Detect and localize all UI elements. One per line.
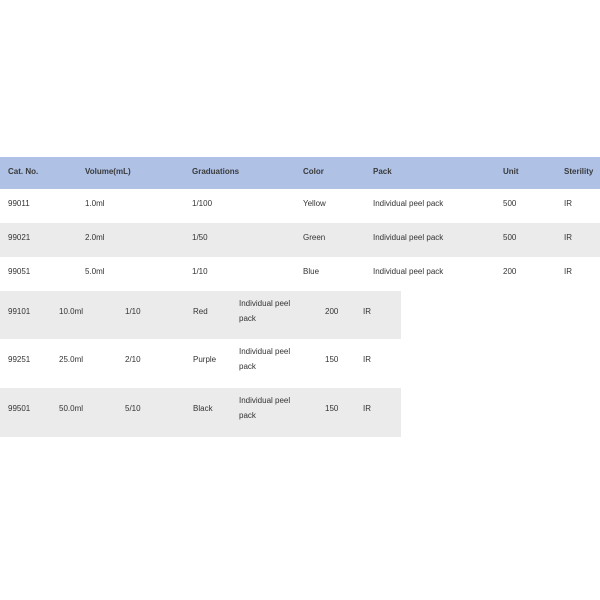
- table-row: 99021 2.0ml 1/50 Green Individual peel p…: [0, 223, 600, 257]
- cell-sterility: IR: [564, 233, 572, 242]
- cell-color: Yellow: [303, 199, 326, 208]
- cell-volume: 5.0ml: [85, 267, 105, 276]
- cell-color: Green: [303, 233, 326, 242]
- cell-unit: 150: [325, 404, 339, 413]
- header-sterility: Sterility: [564, 167, 594, 176]
- cell-sterility: IR: [564, 199, 572, 208]
- cell-pack: Individual peel pack: [239, 347, 291, 371]
- cell-volume: 1.0ml: [85, 199, 105, 208]
- cell-cat-no: 99021: [8, 233, 31, 242]
- cell-cat-no: 99101: [8, 307, 31, 316]
- cell-graduations: 1/10: [125, 307, 141, 316]
- cell-unit: 200: [503, 267, 517, 276]
- cell-sterility: IR: [363, 307, 371, 316]
- cell-pack: Individual peel pack: [239, 299, 291, 323]
- cell-color: Black: [193, 404, 213, 413]
- table-row: 99251 25.0ml 2/10 Purple Individual peel…: [0, 339, 401, 388]
- header-pack: Pack: [373, 167, 392, 176]
- table-row: 99501 50.0ml 5/10 Black Individual peel …: [0, 388, 401, 437]
- cell-volume: 25.0ml: [59, 355, 84, 364]
- cell-pack: Individual peel pack: [373, 267, 444, 276]
- cell-graduations: 1/50: [192, 233, 208, 242]
- header-color: Color: [303, 167, 324, 176]
- cell-cat-no: 99251: [8, 355, 31, 364]
- cell-graduations: 1/10: [192, 267, 208, 276]
- table-row: 99101 10.0ml 1/10 Red Individual peel pa…: [0, 291, 401, 339]
- cell-graduations: 1/100: [192, 199, 213, 208]
- cell-sterility: IR: [363, 404, 371, 413]
- cell-cat-no: 99501: [8, 404, 31, 413]
- cell-sterility: IR: [363, 355, 371, 364]
- cell-unit: 200: [325, 307, 339, 316]
- cell-unit: 500: [503, 233, 517, 242]
- cell-pack: Individual peel pack: [373, 233, 444, 242]
- cell-unit: 150: [325, 355, 339, 364]
- cell-pack: Individual peel pack: [373, 199, 444, 208]
- cell-color: Red: [193, 307, 208, 316]
- table-row: 99011 1.0ml 1/100 Yellow Individual peel…: [0, 189, 600, 223]
- cell-unit: 500: [503, 199, 517, 208]
- cell-color: Purple: [193, 355, 217, 364]
- cell-graduations: 2/10: [125, 355, 141, 364]
- table-row: 99051 5.0ml 1/10 Blue Individual peel pa…: [0, 257, 600, 291]
- cell-volume: 50.0ml: [59, 404, 84, 413]
- cell-pack: Individual peel pack: [239, 396, 291, 420]
- cell-sterility: IR: [564, 267, 572, 276]
- cell-volume: 10.0ml: [59, 307, 84, 316]
- cell-color: Blue: [303, 267, 320, 276]
- header-cat-no: Cat. No.: [8, 167, 39, 176]
- table-header-row: Cat. No. Volume(mL) Graduations Color Pa…: [0, 157, 600, 189]
- cell-volume: 2.0ml: [85, 233, 105, 242]
- header-unit: Unit: [503, 167, 519, 176]
- cell-graduations: 5/10: [125, 404, 141, 413]
- cell-cat-no: 99051: [8, 267, 31, 276]
- cell-cat-no: 99011: [8, 199, 30, 208]
- header-volume: Volume(mL): [85, 167, 131, 176]
- header-graduations: Graduations: [192, 167, 240, 176]
